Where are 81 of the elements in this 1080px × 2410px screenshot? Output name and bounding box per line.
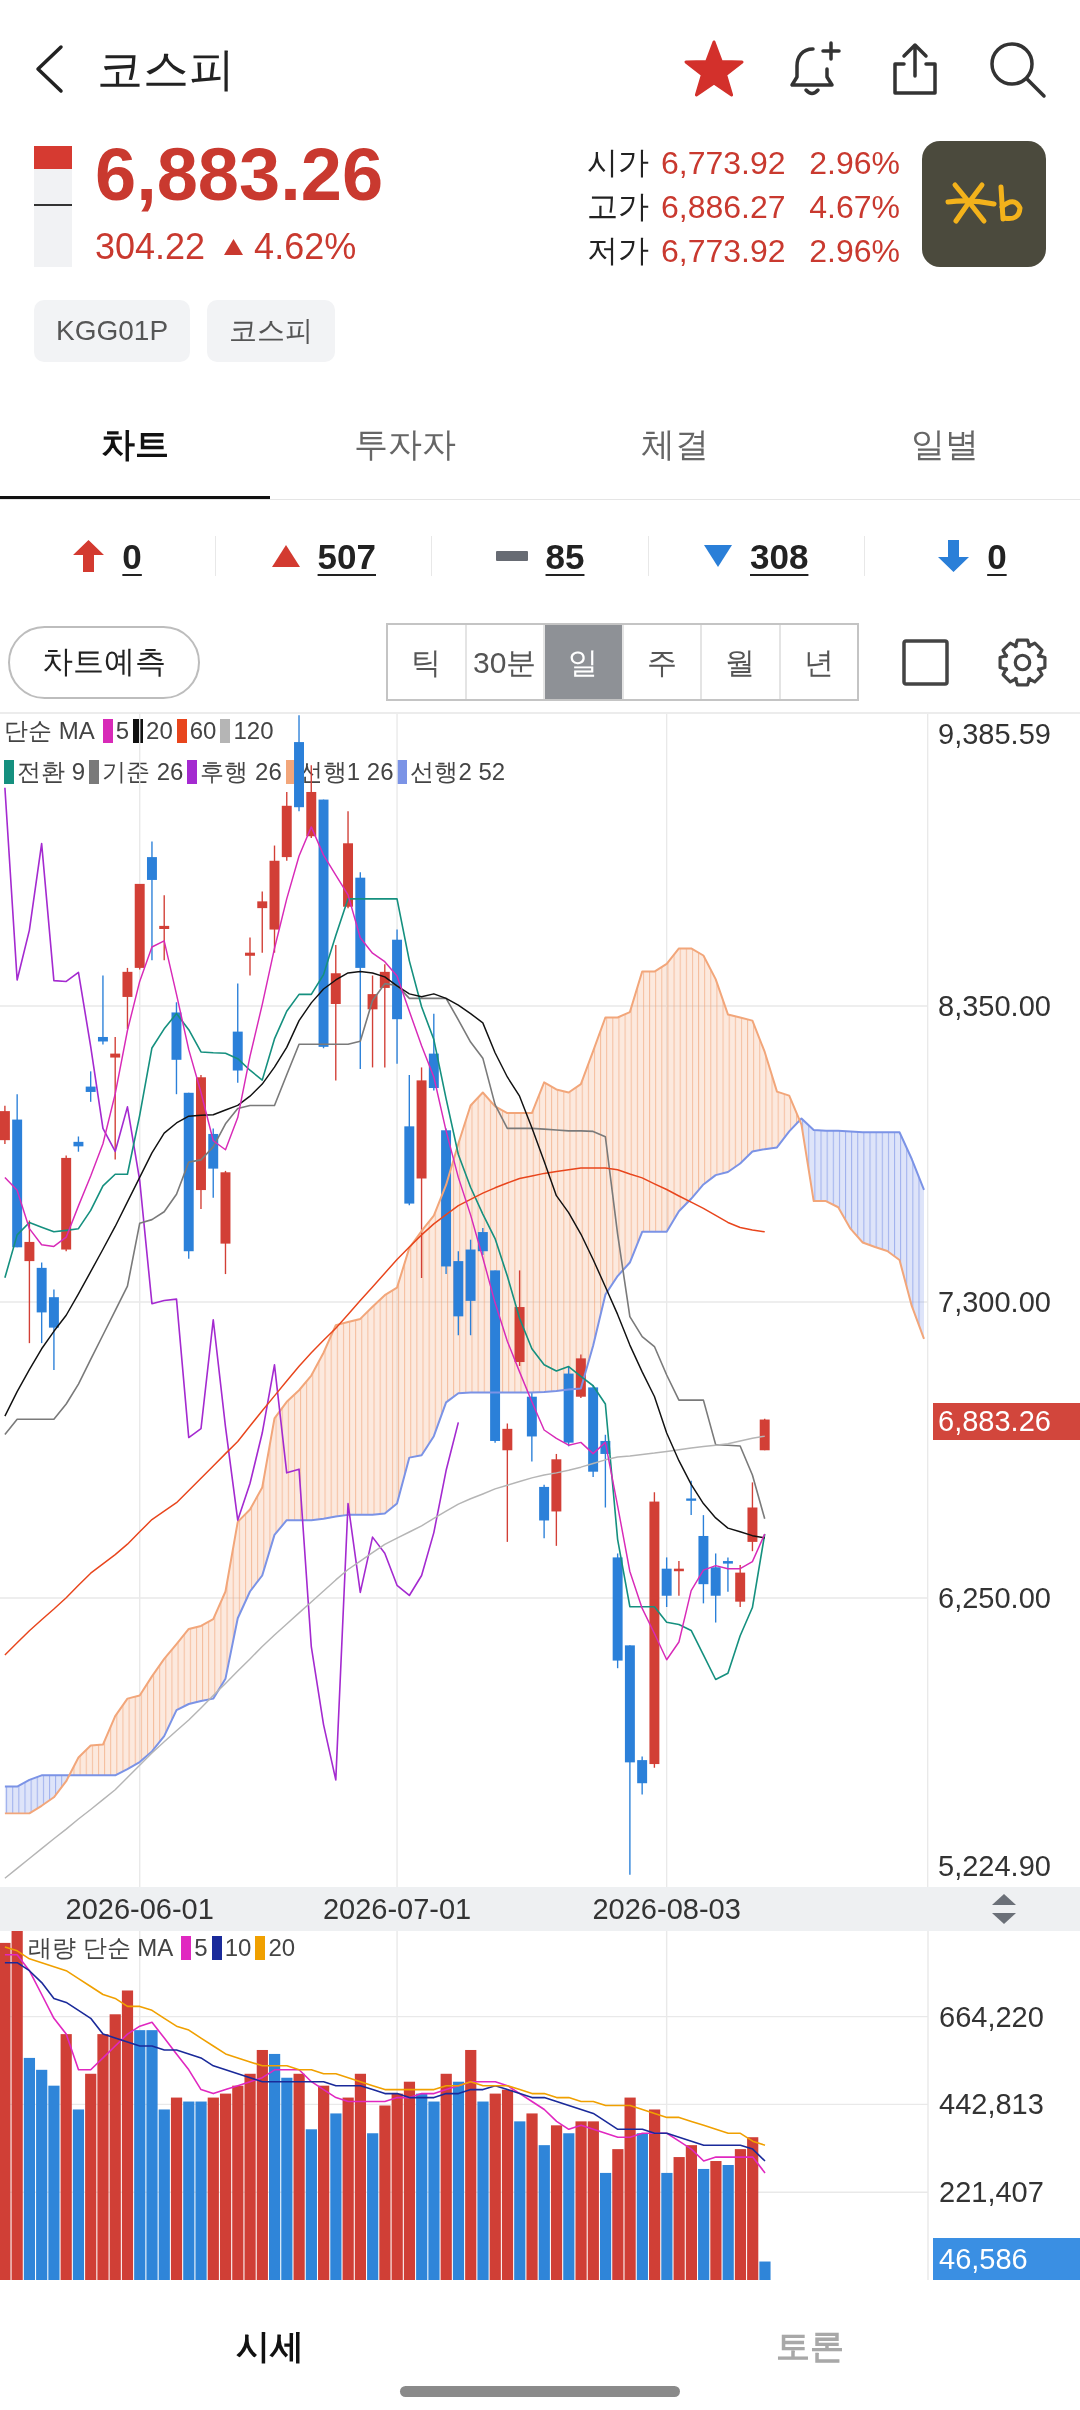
price-axis-label: 5,224.90 — [938, 1849, 1051, 1883]
star-logo-icon — [922, 141, 1046, 267]
bottom-tab[interactable]: 시세 — [0, 2310, 540, 2382]
ohlc-value: 6,773.92 — [661, 232, 787, 271]
ohlc-label: 시가 — [587, 143, 650, 182]
date-label: 2026-06-01 — [64, 1892, 215, 1927]
main-tab[interactable]: 투자자 — [270, 392, 540, 499]
current-price: 6,883.26 — [95, 138, 384, 212]
up-down-arrows-icon[interactable] — [992, 1894, 1016, 1924]
down-triangle-icon — [704, 545, 732, 567]
volume-axis-label: 664,220 — [939, 1999, 1044, 2034]
ohlc-value: 6,773.92 — [661, 144, 787, 183]
period-tab[interactable]: 틱 — [388, 625, 465, 699]
candle — [0, 1105, 10, 1145]
candle — [85, 1070, 96, 1103]
legend-label: 60 — [189, 719, 217, 743]
legend-label: 20 — [146, 719, 173, 743]
price-axis-label: 6,250.00 — [938, 1581, 1051, 1615]
up-triangle-icon — [271, 545, 300, 567]
legend-label: 120 — [233, 719, 274, 743]
thick-down-arrow-icon — [938, 540, 970, 572]
date-label: 2026-08-03 — [591, 1892, 742, 1927]
period-tab[interactable]: 주 — [621, 625, 700, 699]
candle — [526, 1392, 537, 1463]
main-tab[interactable]: 차트 — [0, 392, 270, 499]
legend-label: 후행 26 — [200, 760, 282, 784]
square-icon[interactable] — [902, 638, 949, 686]
count-link[interactable]: 507 — [317, 538, 376, 574]
count-link[interactable]: 0 — [122, 538, 142, 574]
period-tab[interactable]: 년 — [778, 625, 857, 699]
legend-label: 단순 MA — [4, 719, 95, 743]
main-tab[interactable]: 일별 — [810, 392, 1080, 499]
period-tab[interactable]: 월 — [700, 625, 779, 699]
bearish-cloud-area — [4, 1775, 69, 1814]
volume-axis-label: 442,813 — [939, 2087, 1044, 2122]
legend-label: 래량 단순 MA — [28, 1936, 174, 1960]
search-icon[interactable] — [987, 39, 1047, 99]
candle — [735, 1564, 746, 1608]
ohlc-rate: 4.67% — [808, 188, 900, 227]
legend-label: 전환 9 — [17, 760, 85, 784]
legend-label: 선행2 52 — [410, 760, 506, 784]
candle — [97, 974, 108, 1046]
legend-label: 5 — [115, 719, 130, 743]
price-axis-label: 9,385.59 — [938, 717, 1051, 751]
candle — [759, 1418, 770, 1451]
legend-label: 5 — [194, 1936, 208, 1960]
change-rate: 4.62% — [254, 229, 357, 265]
ohlc-rate: 2.96% — [808, 144, 900, 183]
count-link[interactable]: 308 — [750, 538, 809, 574]
tag-chip[interactable]: KGG01P — [34, 300, 191, 362]
settings-icon[interactable] — [997, 636, 1048, 688]
volume-axis-label: 221,407 — [939, 2175, 1044, 2210]
page-title: 코스피 — [97, 46, 235, 92]
candle — [122, 967, 133, 1030]
candle — [159, 894, 170, 961]
legend-label: 10 — [224, 1936, 252, 1960]
ohlc-label: 고가 — [587, 187, 650, 226]
current-volume-tag: 46,586 — [933, 2238, 1080, 2280]
price-axis-label: 7,300.00 — [938, 1284, 1051, 1319]
ohlc-rate: 2.96% — [808, 232, 900, 271]
star-icon[interactable] — [683, 40, 745, 98]
back-icon[interactable] — [34, 44, 64, 94]
current-price-tag: 6,883.26 — [933, 1403, 1080, 1440]
legend-label: 기준 26 — [102, 760, 184, 784]
candle — [673, 1560, 684, 1597]
date-label: 2026-07-01 — [321, 1892, 473, 1927]
count-link[interactable]: 0 — [987, 538, 1007, 574]
ohlc-value: 6,886.27 — [661, 188, 787, 227]
count-link[interactable]: 85 — [545, 538, 585, 574]
price-change: 304.22 — [95, 229, 206, 265]
ohlc-label: 저가 — [587, 231, 650, 270]
candle — [747, 1481, 758, 1552]
price-axis-label: 8,350.00 — [938, 988, 1051, 1023]
bell-plus-icon[interactable] — [787, 40, 843, 98]
main-tab[interactable]: 체결 — [540, 392, 810, 499]
candle — [245, 936, 255, 977]
legend-label: 20 — [268, 1936, 296, 1960]
tag-chip[interactable]: 코스피 — [207, 300, 336, 362]
thick-up-arrow-icon — [73, 540, 105, 572]
chart-forecast-button[interactable]: 차트예측 — [8, 625, 200, 699]
dash-icon — [495, 551, 528, 561]
